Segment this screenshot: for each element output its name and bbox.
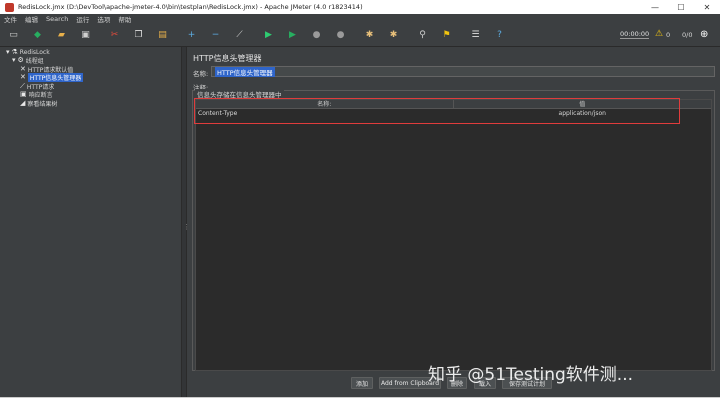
menu-run[interactable]: 运行 bbox=[76, 14, 89, 24]
listener-icon: ◢ bbox=[20, 99, 26, 107]
open-icon[interactable]: ▰ bbox=[54, 28, 69, 43]
cut-icon[interactable]: ✂ bbox=[107, 28, 122, 43]
tree-label-results-tree: 察看结果树 bbox=[27, 100, 58, 108]
window-titlebar: RedisLock.jmx (D:\DevTool\apache-jmeter-… bbox=[0, 0, 720, 14]
jmeter-app-icon bbox=[5, 2, 14, 12]
save-icon[interactable]: ▣ bbox=[78, 28, 93, 43]
page-title: HTTP信息头管理器 bbox=[193, 54, 262, 63]
clear-all-icon[interactable]: ✱ bbox=[386, 28, 401, 43]
menu-help[interactable]: 帮助 bbox=[118, 14, 131, 24]
collapse-icon[interactable]: − bbox=[208, 28, 223, 43]
expand-arrow-icon[interactable]: ▾ bbox=[12, 56, 16, 64]
tree-node-thread-group[interactable]: ▾ ⚙ 线程组 bbox=[12, 56, 44, 65]
add-button[interactable]: 添加 bbox=[351, 377, 373, 389]
error-count: 0 bbox=[666, 31, 671, 39]
active-threads: 0/0 bbox=[682, 31, 693, 39]
close-button[interactable]: ✕ bbox=[694, 3, 720, 12]
new-icon[interactable]: ▭ bbox=[6, 28, 21, 43]
toolbar-buttons: ▭ ◆ ▰ ▣ ✂ ❐ ▤ + − ⟋ ▶ ▶ ● ● ✱ ✱ ⚲ ⚑ ☰? bbox=[6, 28, 516, 43]
expand-arrow-icon[interactable]: ▾ bbox=[6, 48, 10, 56]
tree-label-root: RedisLock bbox=[19, 48, 50, 56]
remote-globe-icon[interactable]: ⊕ bbox=[700, 29, 708, 40]
menu-search[interactable]: Search bbox=[46, 15, 68, 23]
tree-label-response-assertion: 响应断言 bbox=[28, 91, 53, 99]
menu-options[interactable]: 选项 bbox=[97, 14, 110, 24]
toolbar: ▭ ◆ ▰ ▣ ✂ ❐ ▤ + − ⟋ ▶ ▶ ● ● ✱ ✱ ⚲ ⚑ ☰? 00:00:00 ⚠ 0 0/0 ⊕ bbox=[0, 24, 720, 47]
paste-icon[interactable]: ▤ bbox=[155, 28, 170, 43]
name-field[interactable]: HTTP信息头管理器 bbox=[211, 66, 715, 77]
templates-icon[interactable]: ◆ bbox=[30, 28, 45, 43]
shutdown-icon[interactable]: ● bbox=[333, 28, 348, 43]
test-plan-tree: ▾ ⚗ RedisLock ▾ ⚙ 线程组 ✕ HTTP请求默认值 ✕ HTTP… bbox=[0, 47, 181, 397]
warning-icon[interactable]: ⚠ bbox=[655, 29, 663, 39]
start-icon[interactable]: ▶ bbox=[261, 28, 276, 43]
config-icon: ✕ bbox=[20, 73, 26, 81]
copy-icon[interactable]: ❐ bbox=[131, 28, 146, 43]
search-icon[interactable]: ⚲ bbox=[415, 28, 430, 43]
taskbar-strip bbox=[0, 397, 720, 405]
tree-label-header-manager: HTTP信息头管理器 bbox=[27, 72, 84, 82]
tree-node-response-assertion[interactable]: ▣ 响应断言 bbox=[20, 90, 53, 99]
clear-icon[interactable]: ✱ bbox=[362, 28, 377, 43]
menu-edit[interactable]: 编辑 bbox=[25, 14, 38, 24]
assertion-icon: ▣ bbox=[20, 90, 27, 98]
tree-node-results-tree[interactable]: ◢ 察看结果树 bbox=[20, 99, 58, 108]
config-icon: ✕ bbox=[20, 65, 26, 73]
start-no-pause-icon[interactable]: ▶ bbox=[285, 28, 300, 43]
test-plan-icon: ⚗ bbox=[11, 48, 18, 56]
thread-group-icon: ⚙ bbox=[17, 56, 24, 64]
reset-search-icon[interactable]: ⚑ bbox=[439, 28, 454, 43]
annotation-highlight-box bbox=[194, 98, 680, 124]
watermark-text: 知乎 @51Testing软件测... bbox=[428, 365, 634, 385]
maximize-button[interactable]: ☐ bbox=[668, 3, 694, 12]
name-label: 名称: bbox=[193, 70, 209, 78]
menu-bar: 文件 编辑 Search 运行 选项 帮助 bbox=[0, 14, 720, 24]
tree-label-thread-group: 线程组 bbox=[25, 57, 44, 65]
stop-icon[interactable]: ● bbox=[309, 28, 324, 43]
help-icon[interactable]: ? bbox=[492, 28, 507, 43]
headers-table[interactable]: 名称: 值 Content-Type application/json bbox=[195, 99, 712, 371]
menu-file[interactable]: 文件 bbox=[4, 14, 17, 24]
elapsed-timer: 00:00:00 bbox=[620, 30, 650, 39]
toggle-icon[interactable]: ⟋ bbox=[232, 28, 247, 43]
minimize-button[interactable]: — bbox=[642, 3, 668, 12]
expand-icon[interactable]: + bbox=[184, 28, 199, 43]
tree-node-header-manager[interactable]: ✕ HTTP信息头管理器 bbox=[20, 72, 84, 82]
window-title: RedisLock.jmx (D:\DevTool\apache-jmeter-… bbox=[18, 3, 363, 11]
name-field-value: HTTP信息头管理器 bbox=[215, 66, 275, 77]
function-helper-icon[interactable]: ☰ bbox=[468, 28, 483, 43]
